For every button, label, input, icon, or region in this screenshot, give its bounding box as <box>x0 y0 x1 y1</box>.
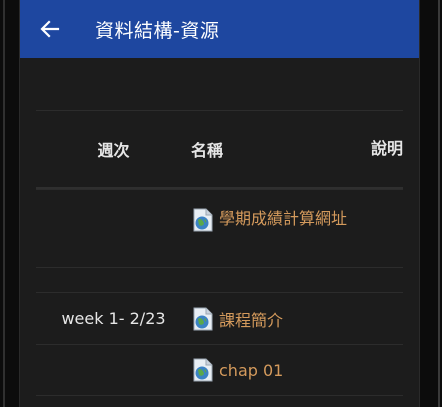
device-frame-left <box>0 0 20 407</box>
app-bar: 資料結構-資源 <box>20 0 419 58</box>
header-week: 週次 <box>97 141 130 160</box>
row-name: chap 01 <box>191 358 371 382</box>
resource-link[interactable]: 課程簡介 <box>219 307 283 331</box>
device-frame-right <box>419 0 442 407</box>
table-header-row: 週次 名稱 說明 <box>36 110 403 189</box>
header-name: 名稱 <box>191 141 224 160</box>
header-description: 說明 <box>371 139 404 158</box>
row-name: 學期成績計算網址 <box>191 192 371 267</box>
table-row: chap 01 <box>36 344 403 395</box>
app-screen: 資料結構-資源 週次 名稱 說明 學期成績計算網址 week 1- 2/23 課… <box>20 0 419 407</box>
page-title: 資料結構-資源 <box>95 19 220 42</box>
resource-table: 週次 名稱 說明 學期成績計算網址 week 1- 2/23 課程簡介 chap… <box>20 58 419 407</box>
back-button[interactable] <box>40 19 60 39</box>
arrow-left-icon <box>40 20 60 38</box>
table-row: week 1- 2/23 課程簡介 <box>36 292 403 344</box>
resource-link[interactable]: 學期成績計算網址 <box>219 209 347 228</box>
table-row: 學期成績計算網址 <box>36 189 403 267</box>
document-globe-icon <box>193 307 213 330</box>
table-row-blank <box>36 267 403 292</box>
table-top-spacer <box>36 58 403 110</box>
row-name: 課程簡介 <box>191 307 371 331</box>
resource-link[interactable]: chap 01 <box>219 361 283 380</box>
row-week: week 1- 2/23 <box>61 309 166 328</box>
row-description <box>371 192 403 267</box>
row-week <box>36 192 191 267</box>
table-row-partial <box>36 395 403 407</box>
document-globe-icon <box>193 208 213 231</box>
document-globe-icon <box>193 358 213 382</box>
